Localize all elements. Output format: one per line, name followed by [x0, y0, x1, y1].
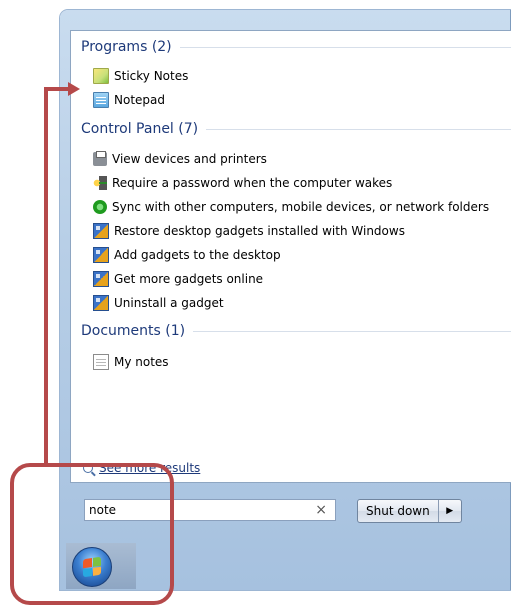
result-sticky-notes[interactable]: Sticky Notes [93, 67, 188, 85]
result-my-notes[interactable]: My notes [93, 353, 169, 371]
result-require-password[interactable]: Require a password when the computer wak… [93, 174, 392, 192]
start-menu-bottom-bar: × Shut down ▶ [70, 485, 511, 540]
result-notepad[interactable]: Notepad [93, 91, 165, 109]
search-results-pane: Programs (2) Sticky Notes Notepad Contro… [70, 30, 511, 483]
shutdown-button[interactable]: Shut down [358, 500, 438, 522]
sync-icon [93, 200, 107, 214]
windows-orb-icon [72, 547, 112, 587]
search-icon [83, 463, 93, 473]
clear-search-icon[interactable]: × [315, 502, 327, 518]
documents-header: Documents (1) [81, 323, 511, 339]
document-icon [93, 354, 109, 370]
gadget-icon [93, 223, 109, 239]
search-input[interactable] [89, 503, 289, 517]
control-panel-header: Control Panel (7) [81, 121, 511, 137]
printer-icon [93, 151, 107, 166]
gadget-icon [93, 271, 109, 287]
result-view-devices[interactable]: View devices and printers [93, 150, 267, 168]
search-box[interactable]: × [84, 499, 336, 521]
result-uninstall-gadget[interactable]: Uninstall a gadget [93, 294, 224, 312]
start-button[interactable] [66, 543, 136, 589]
result-restore-gadgets[interactable]: Restore desktop gadgets installed with W… [93, 222, 405, 240]
result-get-more-gadgets[interactable]: Get more gadgets online [93, 270, 263, 288]
programs-header: Programs (2) [81, 39, 511, 55]
notepad-icon [93, 92, 109, 108]
key-icon [93, 176, 107, 190]
shutdown-options-arrow-icon[interactable]: ▶ [437, 500, 461, 522]
gadget-icon [93, 247, 109, 263]
see-more-results-link[interactable]: See more results [83, 461, 200, 475]
windows-flag-icon [83, 556, 101, 578]
result-sync[interactable]: Sync with other computers, mobile device… [93, 198, 489, 216]
sticky-notes-icon [93, 68, 109, 84]
result-add-gadgets[interactable]: Add gadgets to the desktop [93, 246, 281, 264]
gadget-icon [93, 295, 109, 311]
shutdown-button-group: Shut down ▶ [357, 499, 462, 523]
